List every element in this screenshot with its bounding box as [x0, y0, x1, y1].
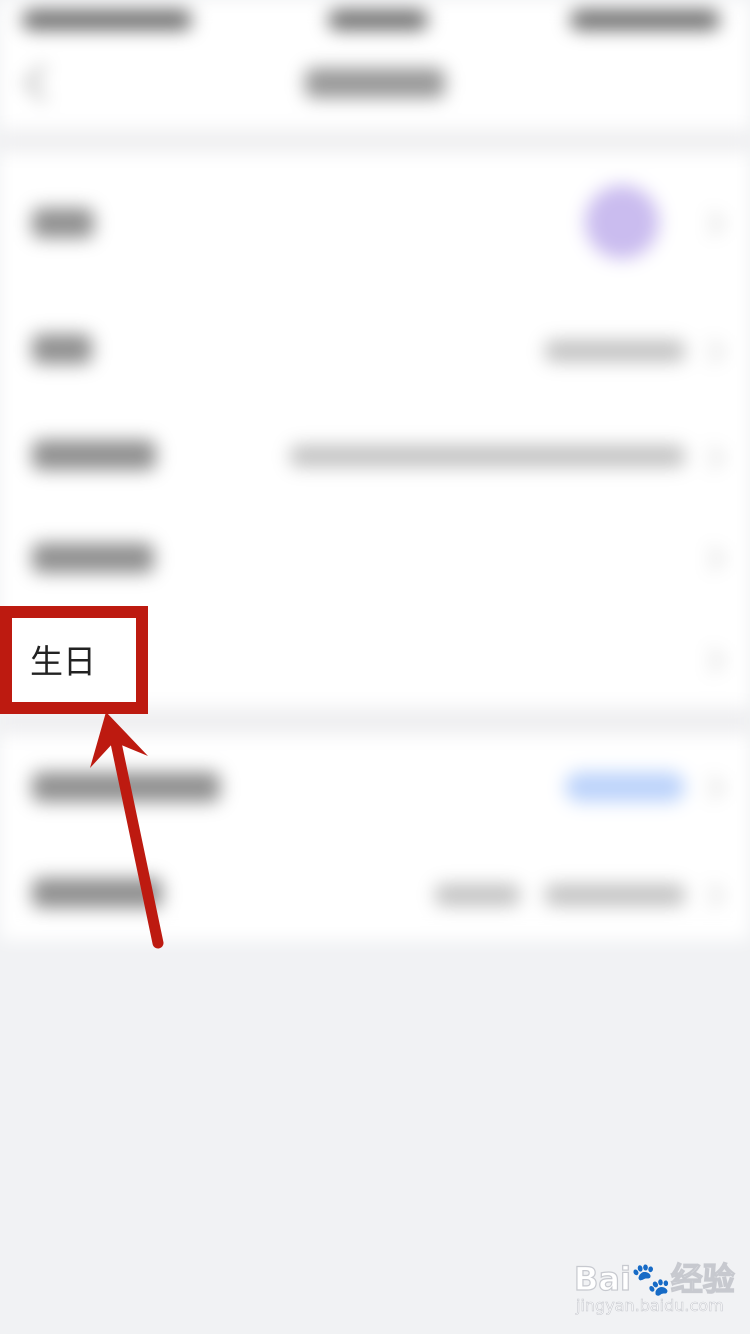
row-label-placeholder [32, 440, 156, 470]
section-gap [0, 130, 750, 152]
nav-bar [0, 40, 750, 130]
chevron-right-icon [699, 445, 724, 470]
chevron-right-icon [699, 339, 724, 364]
chevron-right-icon [699, 883, 724, 908]
row-value-placeholder [545, 884, 685, 906]
row-label-placeholder [32, 772, 220, 802]
chevron-right-icon [699, 546, 724, 571]
status-bar-time-placeholder [328, 10, 428, 30]
account-section [0, 734, 750, 940]
row-label-placeholder [32, 208, 94, 238]
signature-row[interactable] [0, 402, 750, 507]
avatar-row[interactable] [0, 152, 750, 292]
back-chevron-icon[interactable] [24, 64, 62, 102]
chevron-right-icon [699, 211, 724, 236]
row-value-placeholder [435, 884, 520, 906]
chevron-right-icon [699, 648, 724, 673]
row-label-placeholder [32, 543, 154, 573]
watermark-url: jingyan.baidu.com [576, 1296, 724, 1316]
birthday-label: 生日 [30, 642, 96, 681]
row-value-placeholder [290, 445, 685, 467]
settings-row[interactable] [0, 507, 750, 607]
screen: 生日 Bai🐾经验 jingyan.baidu.com [0, 0, 750, 1334]
row-label-placeholder [32, 878, 162, 908]
baidu-jingyan-watermark: Bai🐾经验 jingyan.baidu.com [573, 1254, 735, 1324]
nickname-row[interactable] [0, 292, 750, 402]
status-bar-right-placeholder [570, 10, 720, 30]
row-value-placeholder [545, 340, 685, 362]
action-button[interactable] [565, 772, 685, 802]
status-bar-left-placeholder [22, 10, 192, 30]
status-bar [0, 0, 750, 40]
row-label-placeholder [32, 334, 92, 364]
watermark-brand: Bai🐾经验 [573, 1259, 735, 1298]
chevron-right-icon [699, 775, 724, 800]
account-row[interactable] [0, 734, 750, 838]
avatar[interactable] [585, 185, 659, 259]
binding-row[interactable] [0, 838, 750, 940]
birthday-highlight-box[interactable]: 生日 [0, 606, 148, 714]
nav-title-placeholder [305, 68, 445, 98]
